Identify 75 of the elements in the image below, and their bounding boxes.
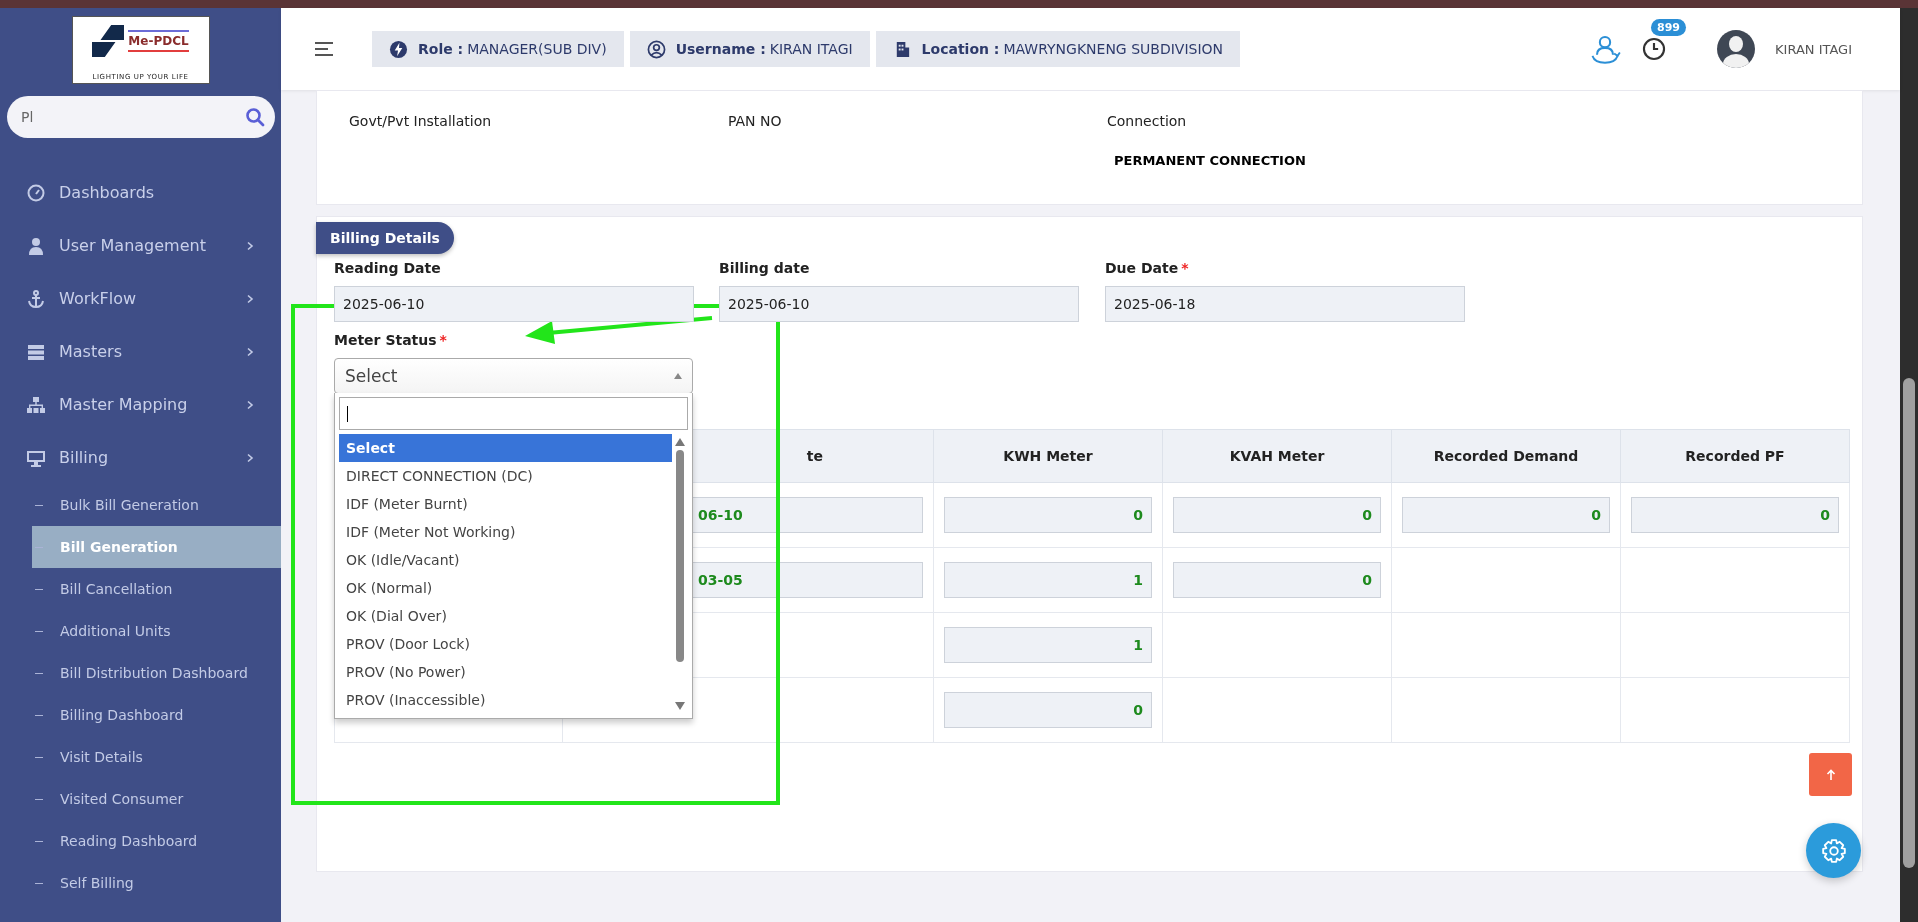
reading-input[interactable]: 1 bbox=[944, 562, 1152, 598]
scroll-up-icon[interactable] bbox=[675, 438, 685, 446]
sidebar-menu-item[interactable]: Dashboards bbox=[0, 166, 281, 219]
info-chip: Role : MANAGER(SUB DIV) bbox=[372, 31, 624, 67]
sidebar-menu-item[interactable]: Billing bbox=[0, 431, 281, 484]
sidebar-submenu-item[interactable]: Visit Details bbox=[32, 736, 281, 778]
dropdown-option[interactable]: Select bbox=[339, 434, 672, 462]
reading-input[interactable]: 0 bbox=[944, 692, 1152, 728]
sidebar-search-field[interactable]: Pl bbox=[7, 96, 275, 138]
scroll-down-icon[interactable] bbox=[675, 702, 685, 710]
date-field[interactable]: 2025-06-18 bbox=[1105, 286, 1465, 322]
sidebar-submenu-item[interactable]: Additional Units bbox=[32, 610, 281, 652]
section-title: Billing Details bbox=[316, 222, 454, 254]
dropdown-option[interactable]: OK (Dial Over) bbox=[339, 602, 672, 630]
sidebar-submenu-item[interactable]: Reading Dashboard bbox=[32, 820, 281, 862]
avatar-silhouette[interactable] bbox=[1717, 30, 1756, 68]
dropdown-option[interactable]: PROV (No Power) bbox=[339, 658, 672, 686]
chevron-right-icon bbox=[245, 240, 255, 251]
chevron-right-icon bbox=[245, 293, 255, 304]
info-chip: Location : MAWRYNGKNENG SUBDIVISION bbox=[875, 31, 1241, 67]
gauge-icon bbox=[26, 182, 46, 203]
user-sync-icon[interactable] bbox=[1589, 33, 1622, 65]
sidebar-menu-item[interactable]: User Management bbox=[0, 219, 281, 272]
sidebar-submenu-item[interactable]: Billing Dashboard bbox=[32, 694, 281, 736]
anchor-icon bbox=[26, 288, 46, 309]
field-label: Billing date bbox=[719, 260, 811, 276]
field-label: PAN NO bbox=[728, 113, 783, 129]
sidebar-submenu-item[interactable]: Bulk Bill Generation bbox=[32, 484, 281, 526]
bolt-icon bbox=[389, 39, 408, 59]
column-header: Recorded PF bbox=[1620, 429, 1850, 483]
user-circle-icon bbox=[646, 39, 666, 59]
page-scrollbar[interactable] bbox=[1900, 8, 1918, 922]
reading-input[interactable]: 0 bbox=[1173, 562, 1381, 598]
sidebar-submenu-item[interactable]: Bill Cancellation bbox=[32, 568, 281, 610]
field-label: Due Date * bbox=[1105, 260, 1190, 276]
field-label: Reading Date bbox=[334, 260, 442, 276]
caret-up-icon bbox=[674, 373, 682, 379]
field-label: Meter Status * bbox=[334, 332, 448, 348]
sidebar-submenu-item[interactable]: Visited Consumer bbox=[32, 778, 281, 820]
search-icon bbox=[245, 107, 265, 127]
column-header: KWH Meter bbox=[933, 429, 1163, 483]
date-field[interactable]: 2025-06-10 bbox=[334, 286, 694, 322]
sidebar-menu-item[interactable]: Master Mapping bbox=[0, 378, 281, 431]
field-label: Connection bbox=[1107, 113, 1188, 129]
reading-input[interactable]: 0 bbox=[944, 497, 1152, 533]
date-field[interactable]: 2025-06-10 bbox=[719, 286, 1079, 322]
sidebar-menu-item[interactable]: WorkFlow bbox=[0, 272, 281, 325]
reading-input[interactable]: 1 bbox=[944, 627, 1152, 663]
info-chip: Username : KIRAN ITAGI bbox=[629, 31, 870, 67]
reading-input[interactable]: 0 bbox=[1631, 497, 1839, 533]
dropdown-search-field[interactable] bbox=[339, 397, 688, 430]
column-header: KVAH Meter bbox=[1162, 429, 1392, 483]
dropdown-option[interactable]: PROV (Door Lock) bbox=[339, 630, 672, 658]
sitemap-icon bbox=[26, 394, 46, 415]
user-icon bbox=[26, 235, 46, 256]
notification-count: 899 bbox=[1651, 19, 1686, 36]
clock-icon[interactable] bbox=[1641, 36, 1668, 62]
chevron-right-icon bbox=[245, 399, 255, 410]
sidebar-submenu-item[interactable]: Bill Distribution Dashboard bbox=[32, 652, 281, 694]
sidebar-menu-item[interactable]: Masters bbox=[0, 325, 281, 378]
arrow-up-icon bbox=[1825, 768, 1836, 781]
meter-status-select[interactable]: Select bbox=[334, 358, 693, 394]
dropdown-option[interactable]: PROV (Inaccessible) bbox=[339, 686, 672, 714]
field-value: PERMANENT CONNECTION bbox=[1114, 153, 1307, 168]
reading-input[interactable]: 0 bbox=[1173, 497, 1381, 533]
menu-icon[interactable] bbox=[314, 41, 334, 57]
logo-title: Me-PDCL bbox=[128, 30, 189, 52]
chevron-right-icon bbox=[245, 346, 255, 357]
sidebar-submenu-item[interactable]: Self Billing bbox=[32, 862, 281, 904]
chevron-right-icon bbox=[245, 452, 255, 463]
user-name[interactable]: KIRAN ITAGI bbox=[1775, 41, 1852, 57]
reading-input[interactable]: 0 bbox=[1402, 497, 1610, 533]
settings-icon bbox=[1820, 837, 1847, 864]
field-label: Govt/Pvt Installation bbox=[349, 113, 493, 129]
column-header: Recorded Demand bbox=[1391, 429, 1621, 483]
